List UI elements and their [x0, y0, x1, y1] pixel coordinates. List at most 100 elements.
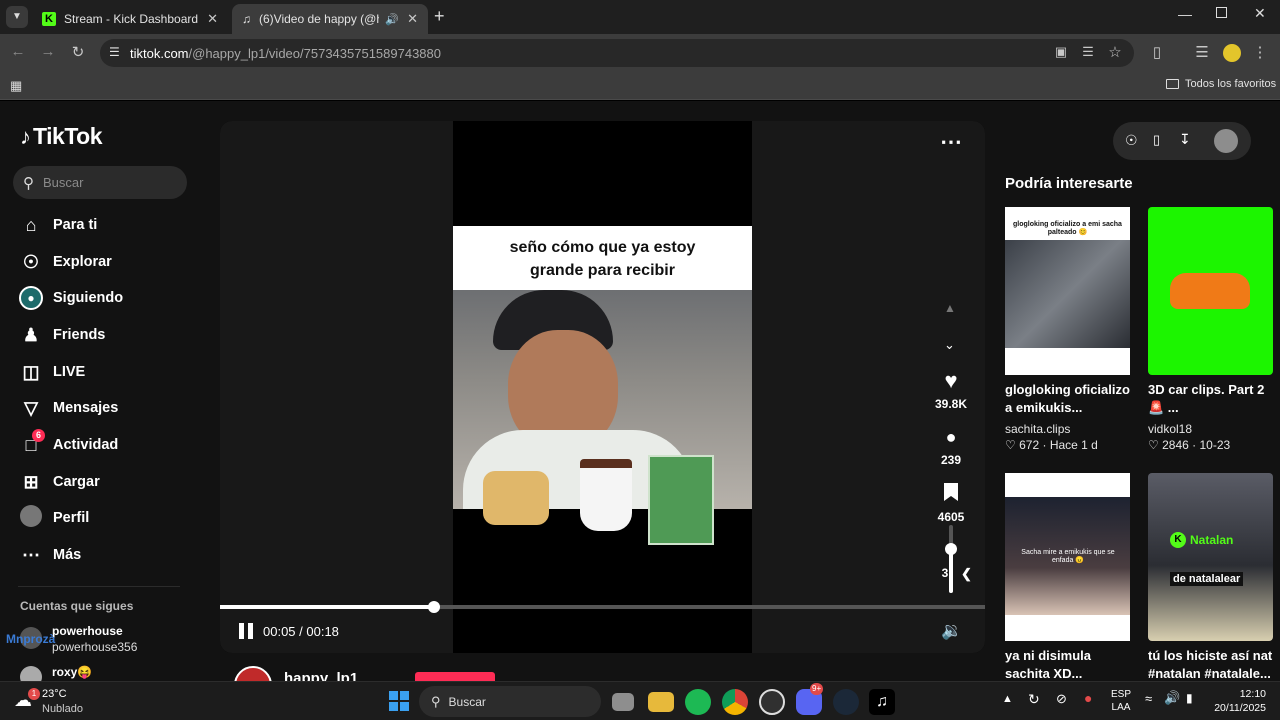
nav-para-ti[interactable]: ⌂ Para ti — [18, 210, 98, 240]
start-icon[interactable] — [389, 691, 409, 711]
heart-icon: ♥ — [944, 368, 958, 393]
overlay-watermark: Mnprozà — [6, 632, 56, 646]
video-card[interactable]: glogloking oficializo a emi sacha paltea… — [1005, 207, 1130, 452]
nav-actividad[interactable]: □ 6 Actividad — [18, 428, 119, 460]
language-indicator[interactable]: ESP LAA — [1111, 688, 1131, 714]
video-card[interactable]: Sacha mire a emikukis que se enfada 😠 ya… — [1005, 473, 1130, 683]
obs-icon[interactable] — [759, 689, 785, 715]
discord-icon[interactable]: 9+ — [796, 683, 824, 715]
taskbar-search[interactable]: ⚲ Buscar — [419, 686, 601, 717]
close-window-icon[interactable]: ✕ — [1254, 5, 1266, 22]
forward-icon[interactable]: → — [38, 43, 58, 60]
chocolate-cup — [580, 459, 632, 531]
volume-slider[interactable] — [945, 525, 957, 593]
video-side-pad-left — [220, 121, 453, 653]
nav-label: Actividad — [53, 437, 119, 453]
following-icon: ● — [18, 286, 44, 310]
apps-icon[interactable]: ▦ — [10, 78, 22, 94]
next-video-icon[interactable]: ⌄ — [944, 337, 955, 353]
nav-label: Friends — [53, 327, 106, 343]
search-box[interactable]: ⚲ Buscar — [13, 166, 187, 199]
kick-icon: K — [42, 12, 56, 26]
search-input[interactable]: Buscar — [43, 175, 83, 190]
nav-siguiendo[interactable]: ● Siguiendo — [18, 283, 123, 313]
chrome-icon[interactable] — [722, 689, 748, 715]
comment-button[interactable]: ● 239 — [929, 426, 973, 467]
nav-live[interactable]: ◫ LIVE — [18, 357, 85, 387]
tray-sync-icon[interactable]: ↻ — [1028, 691, 1040, 708]
tray-mic-icon[interactable]: ● — [1084, 690, 1092, 706]
bookmarks-all-folder[interactable]: Todos los favoritos — [1166, 78, 1276, 90]
speaker-icon[interactable]: 🔉 — [941, 621, 962, 641]
nav-cargar[interactable]: ⊞ Cargar — [18, 467, 99, 497]
card-meta: ♡ 672 · Hace 1 d — [1005, 438, 1098, 452]
menu-icon[interactable]: ⋮ — [1250, 43, 1270, 61]
tab-tiktok[interactable]: ♫ (6)Video de happy (@happy 🔊 ✕ — [232, 4, 428, 34]
bookmark-star-icon[interactable]: ☆ — [1105, 43, 1125, 61]
tab-title: Stream - Kick Dashboard — [64, 12, 199, 26]
card-thumbnail: K Natalan de natalalear — [1148, 473, 1273, 641]
speaker-icon[interactable]: 🔊 — [385, 13, 399, 26]
clock[interactable]: 12:10 20/11/2025 — [1206, 687, 1266, 715]
compass-icon[interactable]: ☉ — [1125, 132, 1138, 149]
video-caption-line: grande para recibir — [530, 262, 675, 279]
tiktok-logo[interactable]: ♪ TikTok — [20, 123, 103, 150]
progress-bar[interactable] — [220, 601, 985, 613]
nav-friends[interactable]: ♟ Friends — [18, 320, 105, 350]
minimize-icon[interactable]: — — [1178, 6, 1192, 22]
steam-icon[interactable] — [833, 689, 859, 715]
tab-kick[interactable]: K Stream - Kick Dashboard ✕ — [32, 4, 228, 34]
file-explorer-icon[interactable] — [648, 692, 674, 712]
task-view-icon[interactable] — [612, 693, 634, 711]
address-bar[interactable]: ☰ tiktok.com/@happy_lp1/video/7573435751… — [100, 39, 1134, 67]
volume-icon[interactable]: 🔊 — [1164, 690, 1180, 706]
user-avatar[interactable] — [1214, 129, 1238, 153]
nav-label: Para ti — [53, 217, 98, 233]
install-app-icon[interactable]: ▣ — [1051, 44, 1071, 60]
collapse-icon[interactable]: ❮ — [961, 566, 972, 582]
download-icon[interactable]: ↧ — [1179, 131, 1191, 148]
orange-car — [1170, 273, 1250, 309]
weather-widget[interactable]: ☁ 1 23°C Nublado — [14, 686, 134, 716]
tiktok-note-icon: ♪ — [20, 123, 31, 149]
nav-mas[interactable]: ⋯ Más — [18, 540, 81, 570]
prev-video-icon[interactable]: ▲ — [944, 301, 956, 315]
thumb-caption: Sacha mire a emikukis que se enfada 😠 — [1021, 549, 1115, 564]
save-button[interactable]: 4605 — [929, 481, 973, 524]
translate-icon[interactable]: ☰ — [1078, 44, 1098, 60]
wifi-icon[interactable]: ≈ — [1145, 691, 1152, 706]
site-info-icon[interactable]: ☰ — [109, 45, 120, 59]
browser-toolbar: ← → ↻ ☰ tiktok.com/@happy_lp1/video/7573… — [0, 34, 1280, 72]
card-title: tú los hiciste así nat #natalan #natalal… — [1148, 648, 1273, 681]
nav-mensajes[interactable]: ▽ Mensajes — [18, 393, 118, 423]
close-icon[interactable]: ✕ — [207, 11, 218, 27]
nav-perfil[interactable]: Perfil — [18, 503, 89, 533]
extensions-icon[interactable]: ▯ — [1147, 43, 1167, 61]
nav-explorar[interactable]: ☉ Explorar — [18, 247, 112, 277]
new-tab-button[interactable]: + — [434, 6, 445, 27]
media-control-icon[interactable]: ☰ — [1192, 43, 1212, 61]
like-button[interactable]: ♥ 39.8K — [929, 368, 973, 412]
tray-network-off-icon[interactable]: ⊘ — [1056, 691, 1067, 707]
volume-knob[interactable] — [945, 542, 957, 555]
video-player[interactable]: seño cómo que ya estoy grande para recib… — [220, 121, 985, 653]
profile-avatar[interactable] — [1223, 44, 1241, 62]
video-card[interactable]: K Natalan de natalalear tú los hiciste a… — [1148, 473, 1273, 683]
phone-icon[interactable]: ▯ — [1153, 132, 1160, 148]
card-date: Hace 1 d — [1049, 438, 1098, 452]
battery-icon[interactable]: ▮ — [1186, 691, 1193, 705]
top-controls: ☉ ▯ ↧ — [1113, 122, 1251, 160]
tiktok-app-icon[interactable]: ♫ — [869, 689, 895, 715]
reload-icon[interactable]: ↻ — [68, 43, 88, 61]
tab-list-button[interactable]: ▼ — [6, 6, 28, 28]
more-options-icon[interactable]: ⋯ — [940, 129, 962, 155]
thumb-caption: Natalan — [1190, 533, 1234, 547]
pause-icon[interactable] — [239, 623, 253, 639]
spotify-icon[interactable] — [685, 689, 711, 715]
nav-label: Más — [53, 547, 82, 563]
tray-chevron-icon[interactable]: ▲ — [1002, 693, 1013, 705]
video-card[interactable]: 3D car clips. Part 2 🚨 ... vidkol18 ♡ 28… — [1148, 207, 1273, 452]
back-icon[interactable]: ← — [8, 43, 28, 60]
close-icon[interactable]: ✕ — [407, 11, 418, 27]
maximize-icon[interactable] — [1216, 7, 1227, 18]
